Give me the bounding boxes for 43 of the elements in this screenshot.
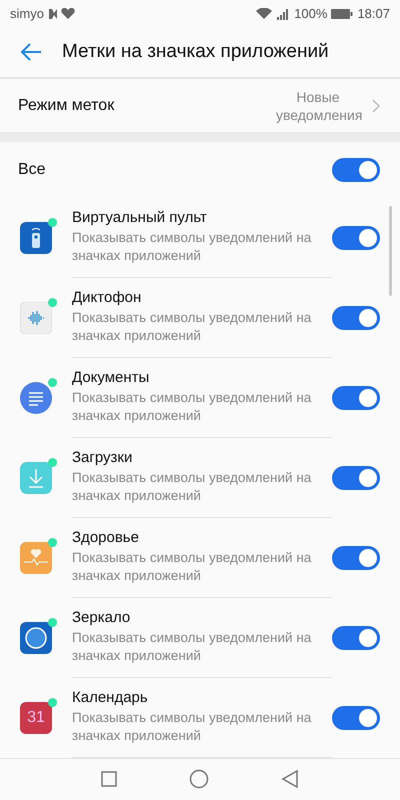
page-title: Метки на значках приложений bbox=[62, 41, 329, 64]
toggle-switch[interactable] bbox=[332, 158, 380, 182]
toggle-switch[interactable] bbox=[332, 706, 380, 730]
app-name: Зеркало bbox=[72, 609, 132, 626]
app-name: Здоровье bbox=[72, 529, 140, 546]
back-button[interactable] bbox=[20, 43, 42, 62]
wifi-icon bbox=[256, 8, 272, 20]
app-description: Показывать символы уведомлений на значках приложений bbox=[72, 309, 312, 345]
calendar-icon: 31 bbox=[20, 702, 52, 734]
recents-button[interactable] bbox=[99, 769, 119, 790]
app-description: Показывать символы уведомлений на значках приложений bbox=[72, 629, 312, 665]
mode-label: Режим меток bbox=[18, 96, 116, 115]
app-name: Диктофон bbox=[72, 289, 142, 306]
sound-wave-icon bbox=[20, 302, 52, 334]
toggle-switch[interactable] bbox=[332, 466, 380, 490]
app-name: Календарь bbox=[72, 689, 149, 706]
back-nav-button[interactable] bbox=[279, 768, 301, 790]
toggle-switch[interactable] bbox=[332, 226, 380, 250]
battery-icon bbox=[331, 8, 354, 19]
clock: 18:07 bbox=[357, 6, 390, 22]
mirror-icon bbox=[20, 622, 52, 654]
carrier-name: simyo bbox=[10, 6, 44, 22]
app-description: Показывать символы уведомлений на значках приложений bbox=[72, 389, 312, 425]
app-name: Документы bbox=[72, 369, 150, 386]
document-icon bbox=[20, 382, 52, 414]
toggle-switch[interactable] bbox=[332, 306, 380, 330]
chevron-icon bbox=[372, 98, 380, 113]
remote-icon bbox=[20, 222, 52, 254]
badge-mode-row[interactable]: Режим меток Новые уведомления bbox=[0, 79, 400, 132]
signal-icon bbox=[276, 8, 290, 20]
app-description: Показывать символы уведомлений на значках приложений bbox=[72, 229, 312, 265]
toggle-switch[interactable] bbox=[332, 386, 380, 410]
all-label: Все bbox=[18, 160, 46, 179]
app-name: Загрузки bbox=[72, 449, 134, 466]
app-name: Виртуальный пульт bbox=[72, 209, 208, 226]
app-description: Показывать символы уведомлений на значках приложений bbox=[72, 709, 312, 745]
toggle-switch[interactable] bbox=[332, 626, 380, 650]
download-icon bbox=[20, 462, 52, 494]
mode-value: Новые уведомления bbox=[276, 88, 360, 124]
app-description: Показывать символы уведомлений на значках приложений bbox=[72, 469, 312, 505]
battery-percent: 100% bbox=[294, 6, 328, 22]
toggle-switch[interactable] bbox=[332, 546, 380, 570]
app-description: Показывать символы уведомлений на значках приложений bbox=[72, 549, 312, 585]
